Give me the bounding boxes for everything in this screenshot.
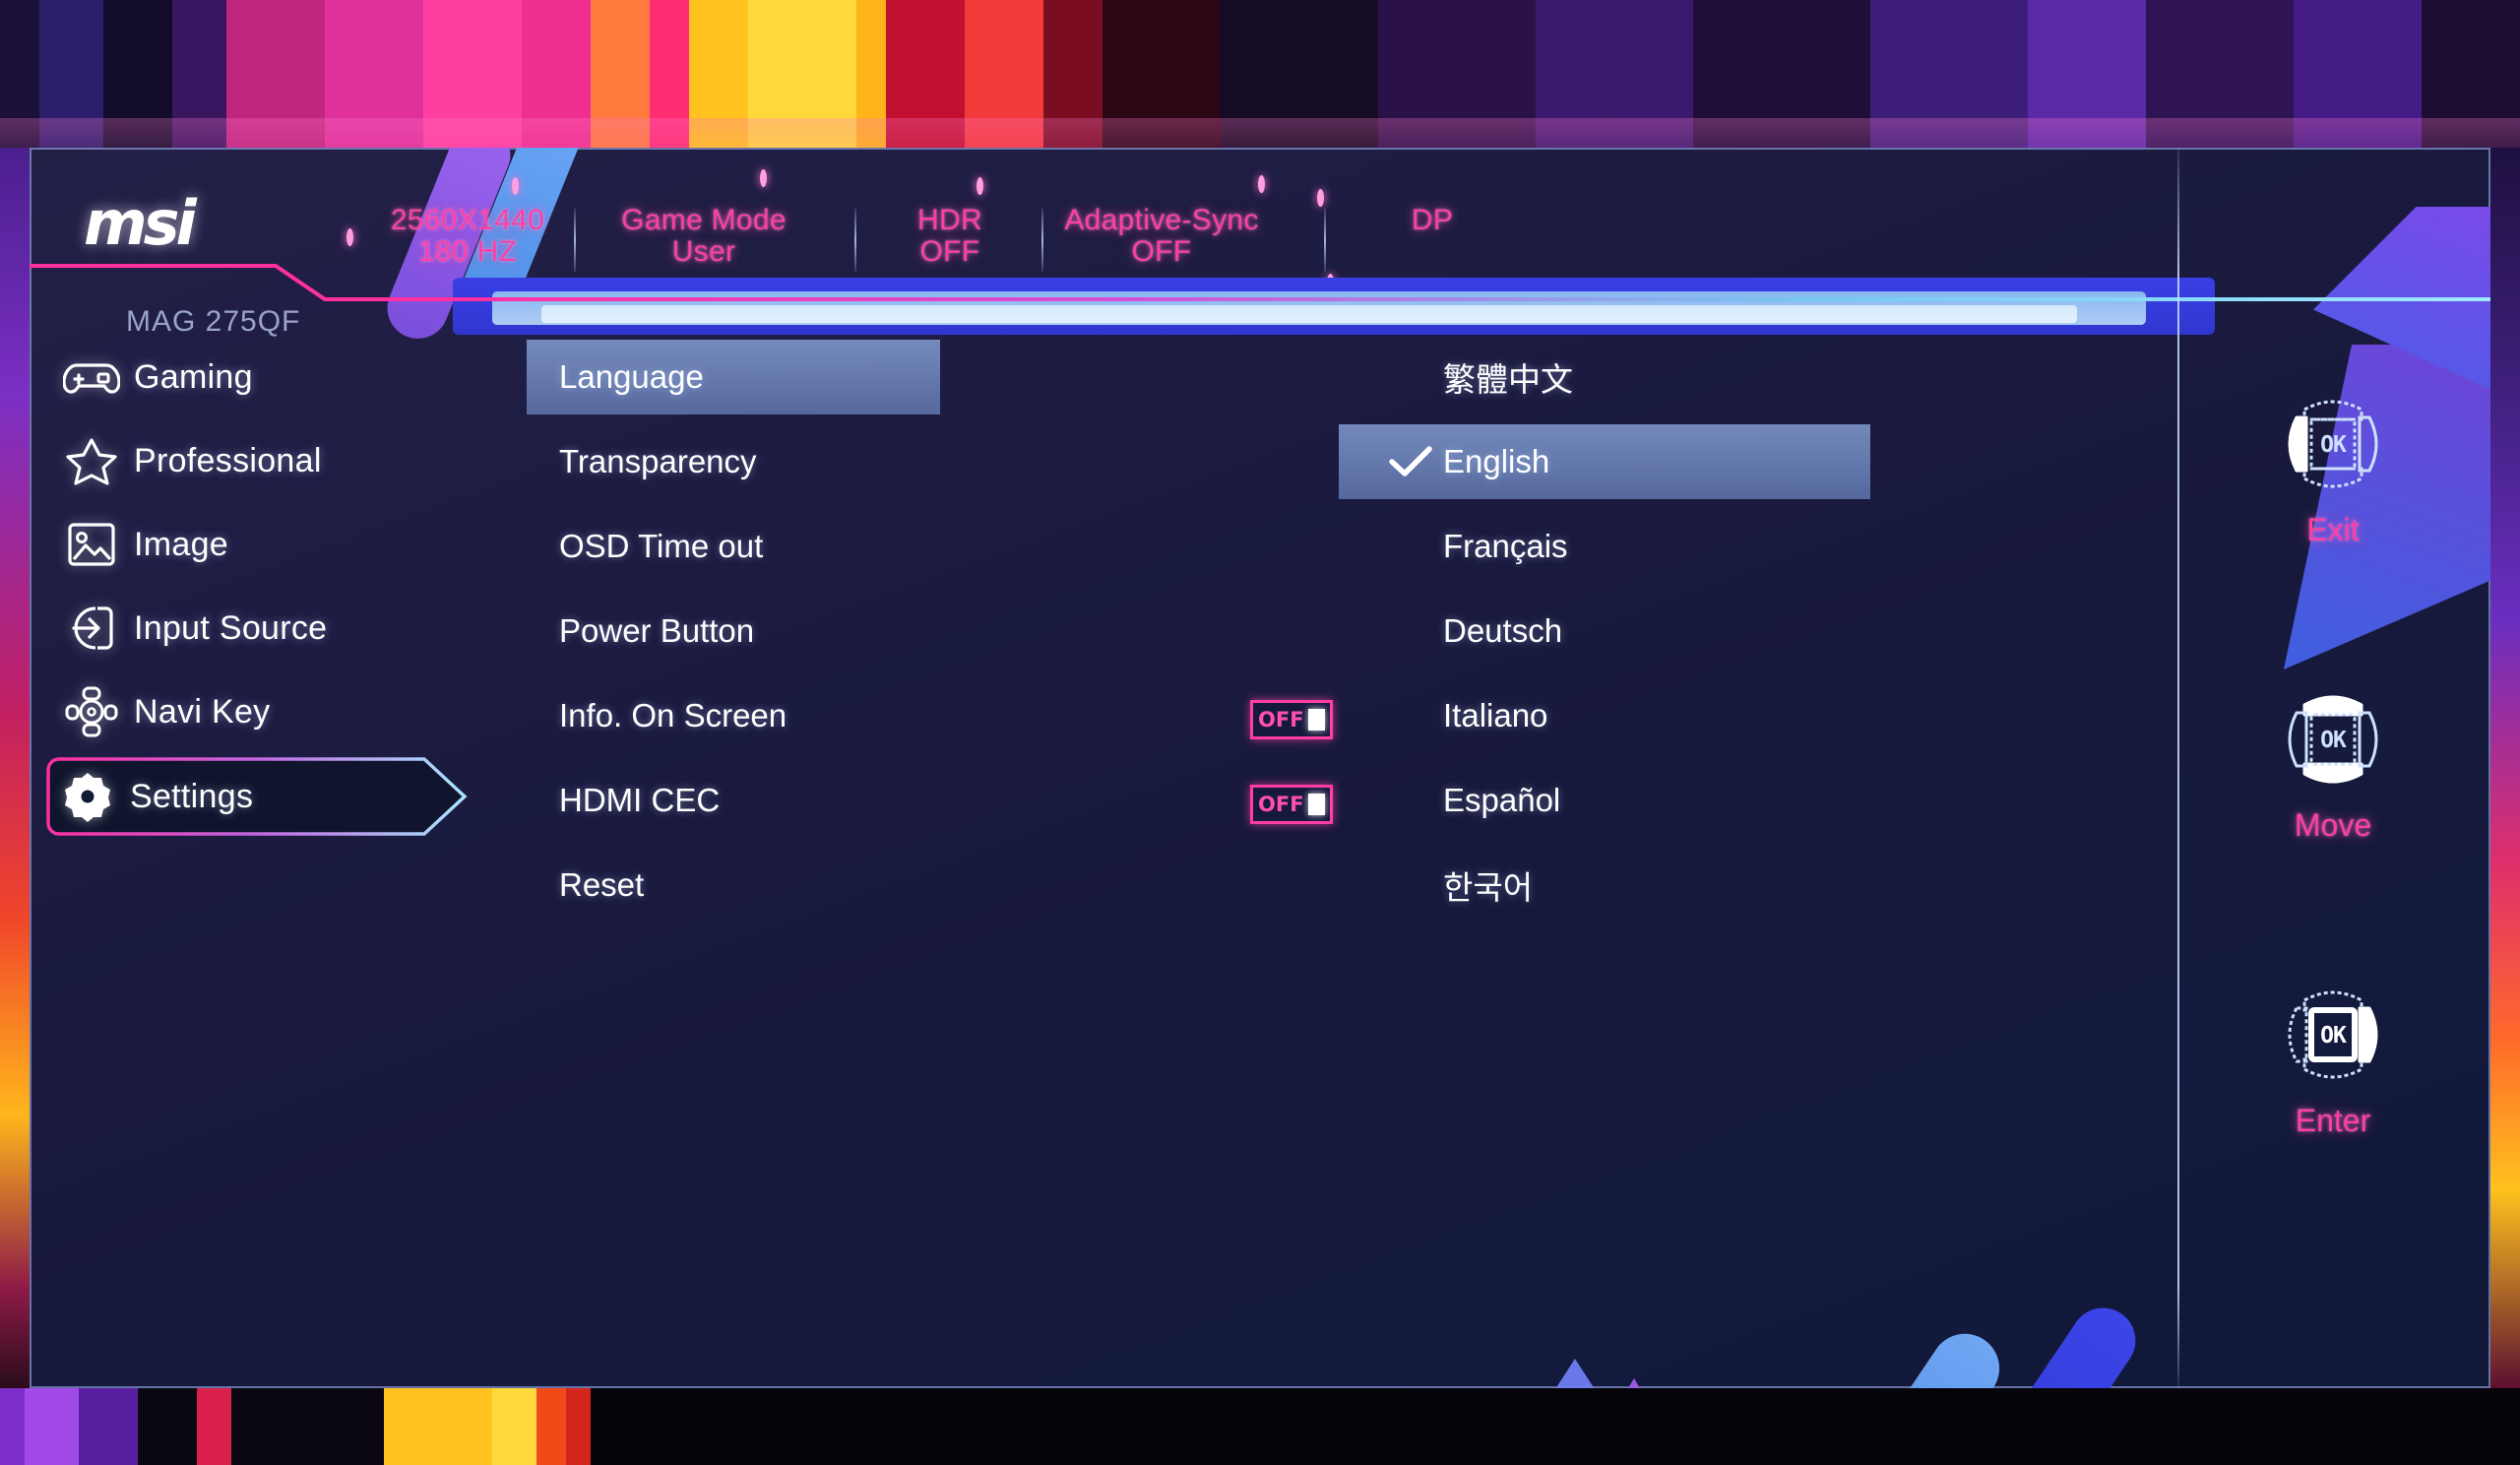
language-option-label: Deutsch — [1443, 612, 1563, 649]
joystick-left-icon: OK — [2288, 400, 2378, 488]
svg-text:OK: OK — [2320, 432, 2347, 458]
settings-item-transparency[interactable]: Transparency — [492, 424, 1378, 499]
navi-key-icon — [49, 686, 134, 737]
language-option-label: Italiano — [1443, 697, 1548, 733]
sidebar-item-label: Image — [134, 525, 228, 563]
gamepad-icon — [49, 355, 134, 399]
sidebar-item-navi-key[interactable]: Navi Key — [49, 674, 463, 749]
language-option-label: 한국어 — [1443, 868, 1534, 907]
wallpaper-bottom-strip — [0, 1388, 2520, 1465]
language-option-francais[interactable]: Français — [1378, 509, 2205, 584]
settings-item-hdmi-cec[interactable]: HDMI CEC OFF — [492, 763, 1378, 838]
toggle-knob — [1307, 709, 1325, 731]
settings-item-label: HDMI CEC — [559, 782, 721, 818]
star-icon — [49, 436, 134, 485]
sidebar-item-settings[interactable]: Settings — [45, 756, 469, 837]
language-option-italiano[interactable]: Italiano — [1378, 678, 2205, 753]
navkey-enter[interactable]: OK Enter — [2185, 975, 2481, 1139]
status-resolution-line1: 2560X1440 — [390, 204, 545, 236]
status-input-port-line1: DP — [1411, 204, 1454, 236]
status-hdr-line1: HDR — [917, 204, 982, 236]
toggle-knob — [1307, 794, 1325, 815]
gear-icon — [45, 771, 130, 822]
info-on-screen-toggle[interactable]: OFF — [1250, 700, 1333, 739]
sidebar-item-label: Navi Key — [134, 692, 271, 731]
language-option-korean[interactable]: 한국어 — [1378, 848, 2205, 923]
sidebar-item-image[interactable]: Image — [49, 507, 463, 582]
status-adaptive-sync-line1: Adaptive-Sync — [1064, 204, 1259, 236]
toggle-state-label: OFF — [1258, 708, 1304, 732]
decor-ribbon-lightblue — [1757, 1320, 2013, 1388]
hdmi-cec-toggle[interactable]: OFF — [1250, 785, 1333, 824]
msi-logo: msi — [84, 187, 197, 259]
tab-divider — [30, 258, 2490, 301]
settings-item-label: Language — [559, 358, 704, 395]
settings-item-label: Reset — [559, 866, 645, 903]
navkey-label: Enter — [2295, 1103, 2371, 1138]
decor-ribbon-indigo — [1873, 1295, 2149, 1388]
language-option-espanol[interactable]: Español — [1378, 763, 2205, 838]
language-option-label: English — [1443, 443, 1550, 479]
input-arrow-icon — [49, 604, 134, 653]
status-input-port: DP — [1290, 204, 1575, 236]
model-label: MAG 275QF — [126, 305, 301, 338]
settings-item-info-on-screen[interactable]: Info. On Screen OFF — [492, 678, 1378, 753]
navkey-label: Exit — [2306, 512, 2360, 547]
sidebar-item-label: Gaming — [134, 357, 253, 396]
language-option-label: Français — [1443, 528, 1568, 564]
sidebar-item-gaming[interactable]: Gaming — [49, 340, 463, 414]
language-option-label: 繁體中文 — [1443, 360, 1573, 399]
sidebar-item-label: Professional — [134, 441, 322, 479]
sidebar-item-input-source[interactable]: Input Source — [49, 591, 463, 666]
decor-banner-bar-inner — [541, 305, 2077, 323]
wallpaper-right-strip — [2490, 148, 2520, 1388]
svg-text:OK: OK — [2320, 728, 2347, 753]
settings-item-label: Info. On Screen — [559, 697, 788, 733]
settings-item-label: Transparency — [559, 443, 757, 479]
check-icon — [1378, 444, 1443, 479]
settings-item-label: Power Button — [559, 612, 755, 649]
decor-triangle-violet — [1545, 1378, 1723, 1388]
settings-item-label: OSD Time out — [559, 528, 764, 564]
sidebar-item-label: Input Source — [134, 608, 328, 647]
navkey-label: Move — [2294, 807, 2372, 843]
settings-item-reset[interactable]: Reset — [492, 848, 1378, 923]
joystick-right-icon: OK — [2288, 990, 2378, 1079]
language-option-english[interactable]: English — [1339, 424, 2205, 499]
language-option-traditional-chinese[interactable]: 繁體中文 — [1378, 340, 2205, 414]
svg-text:OK: OK — [2320, 1023, 2347, 1049]
settings-item-language[interactable]: Language — [492, 340, 1378, 414]
photograph-backdrop: msi 2560X1440 180 HZ Game Mode User HDR … — [0, 0, 2520, 1465]
language-option-deutsch[interactable]: Deutsch — [1378, 594, 2205, 669]
settings-item-osd-time-out[interactable]: OSD Time out — [492, 509, 1378, 584]
wallpaper-left-strip — [0, 148, 30, 1388]
settings-item-power-button[interactable]: Power Button — [492, 594, 1378, 669]
status-game-mode-line1: Game Mode — [621, 204, 787, 236]
sidebar-item-professional[interactable]: Professional — [49, 423, 463, 498]
joystick-updown-icon: OK — [2288, 695, 2378, 784]
navkey-move[interactable]: OK Move — [2185, 679, 2481, 844]
osd-screen: msi 2560X1440 180 HZ Game Mode User HDR … — [30, 148, 2490, 1388]
sidebar-item-label: Settings — [130, 777, 254, 815]
navkey-exit[interactable]: OK Exit — [2185, 384, 2481, 548]
picture-icon — [49, 521, 134, 568]
panel-divider — [2177, 148, 2179, 1388]
language-option-label: Español — [1443, 782, 1561, 818]
toggle-state-label: OFF — [1258, 793, 1304, 816]
